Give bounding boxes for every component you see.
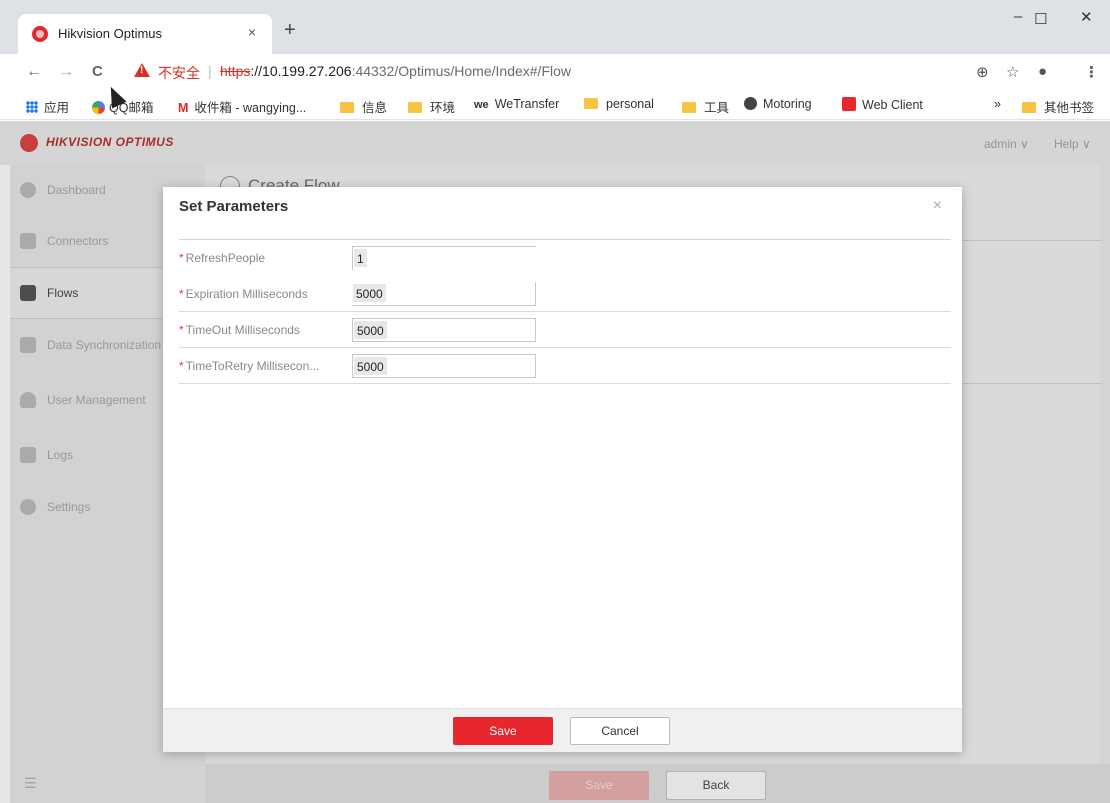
required-marker: *: [179, 359, 184, 373]
input-value: 5000: [353, 284, 386, 302]
bookmark-label: 其他书签: [1044, 101, 1095, 115]
param-label-text: RefreshPeople: [185, 251, 266, 265]
input-value: 5000: [354, 321, 387, 339]
gmail-icon: M: [178, 101, 189, 115]
timeout-input[interactable]: 5000: [352, 318, 536, 342]
more-menu-icon[interactable]: ⋮: [1084, 63, 1099, 81]
cancel-button[interactable]: Cancel: [570, 717, 670, 745]
param-row-refresh-people: * RefreshPeople 1: [179, 240, 951, 276]
bookmark-folder-personal[interactable]: personal: [584, 97, 654, 111]
warning-icon[interactable]: [134, 63, 150, 77]
bookmark-motoring[interactable]: Motoring: [744, 97, 812, 111]
refresh-people-input[interactable]: 1: [352, 246, 536, 270]
apps-grid-icon: [26, 101, 38, 113]
forward-arrow-icon[interactable]: →: [58, 62, 74, 82]
url-path: :44332/Optimus/Home/Index#/Flow: [351, 63, 572, 79]
address-bar[interactable]: https://10.199.27.206:44332/Optimus/Home…: [220, 63, 571, 79]
param-label-text: TimeToRetry Millisecon...: [185, 359, 320, 373]
close-window-button[interactable]: ✕: [1080, 8, 1093, 26]
bookmark-label: 收件箱 - wangying...: [194, 101, 307, 115]
param-row-retry: * TimeToRetry Millisecon... 5000: [179, 348, 951, 384]
param-label: * TimeToRetry Millisecon...: [179, 359, 319, 373]
folder-icon: [584, 98, 598, 109]
webclient-icon: [842, 97, 856, 111]
reload-icon[interactable]: C: [92, 62, 103, 82]
bookmark-label: Web Client: [862, 98, 923, 112]
bookmark-folder-info[interactable]: 信息: [340, 97, 387, 116]
wetransfer-icon: we: [474, 99, 489, 111]
bookmark-gmail[interactable]: M 收件箱 - wangying...: [178, 97, 306, 116]
bookmark-web-client[interactable]: Web Client: [842, 97, 923, 112]
bookmark-label: 环境: [430, 101, 456, 115]
hikvision-favicon-icon: [32, 26, 48, 42]
url-scheme: https: [220, 63, 251, 79]
bookmark-label: 工具: [704, 101, 730, 115]
folder-icon: [682, 102, 696, 113]
browser-tab-strip: Hikvision Optimus × + – ☐ ✕: [0, 0, 1110, 54]
bookmark-star-icon[interactable]: ☆: [1006, 63, 1019, 81]
param-label: * RefreshPeople: [179, 251, 265, 265]
param-row-expiration: * Expiration Milliseconds 5000: [179, 276, 951, 312]
qq-mail-icon: [92, 101, 105, 114]
save-button[interactable]: Save: [453, 717, 553, 745]
bookmarks-bar: 应用 QQ邮箱 M 收件箱 - wangying... 信息 环境 we WeTra…: [0, 90, 1110, 120]
param-label: * Expiration Milliseconds: [179, 287, 308, 301]
url-host: ://10.199.27.206: [250, 63, 352, 79]
globe-icon: [744, 97, 757, 110]
browser-tab[interactable]: Hikvision Optimus ×: [18, 14, 272, 54]
folder-icon: [408, 102, 422, 113]
bookmark-folder-env[interactable]: 环境: [408, 97, 455, 116]
param-label-text: TimeOut Milliseconds: [185, 323, 300, 337]
bookmark-label: personal: [606, 97, 654, 111]
folder-icon: [340, 102, 354, 113]
bookmarks-overflow-button[interactable]: »: [994, 97, 1001, 111]
dialog-footer: Save Cancel: [163, 708, 962, 752]
bookmark-label: Motoring: [763, 97, 812, 111]
bookmark-other[interactable]: 其他书签: [1022, 97, 1094, 116]
maximize-button[interactable]: ☐: [1034, 10, 1047, 28]
input-value: 1: [354, 249, 367, 267]
folder-icon: [1022, 102, 1036, 113]
close-icon[interactable]: ×: [933, 197, 942, 215]
input-value: 5000: [354, 357, 387, 375]
tab-title: Hikvision Optimus: [58, 26, 163, 41]
param-row-timeout: * TimeOut Milliseconds 5000: [179, 312, 951, 348]
url-separator: |: [208, 63, 212, 79]
bookmark-apps[interactable]: 应用: [26, 97, 69, 116]
tab-close-icon[interactable]: ×: [248, 24, 256, 40]
profile-icon[interactable]: ●: [1038, 63, 1047, 80]
bookmark-label: 信息: [362, 101, 388, 115]
back-arrow-icon[interactable]: ←: [26, 62, 42, 82]
time-to-retry-input[interactable]: 5000: [352, 354, 536, 378]
bookmark-wetransfer[interactable]: we WeTransfer: [474, 97, 559, 111]
param-label: * TimeOut Milliseconds: [179, 323, 300, 337]
dialog-title: Set Parameters: [179, 198, 289, 215]
new-tab-button[interactable]: +: [284, 20, 296, 40]
security-status[interactable]: 不安全: [158, 63, 200, 83]
required-marker: *: [179, 323, 184, 337]
browser-toolbar: ← → C 不安全 | https://10.199.27.206:44332/…: [0, 54, 1110, 90]
set-parameters-dialog: Set Parameters × * RefreshPeople 1 * Expir…: [163, 187, 962, 752]
bookmark-folder-tools[interactable]: 工具: [682, 97, 729, 116]
zoom-icon[interactable]: ⊕: [976, 63, 989, 81]
param-label-text: Expiration Milliseconds: [185, 287, 308, 301]
bookmark-label: WeTransfer: [494, 97, 560, 111]
minimize-button[interactable]: –: [1014, 8, 1022, 25]
required-marker: *: [179, 287, 184, 301]
expiration-input[interactable]: 5000: [352, 282, 536, 306]
bookmark-label: 应用: [44, 101, 70, 115]
required-marker: *: [179, 251, 184, 265]
